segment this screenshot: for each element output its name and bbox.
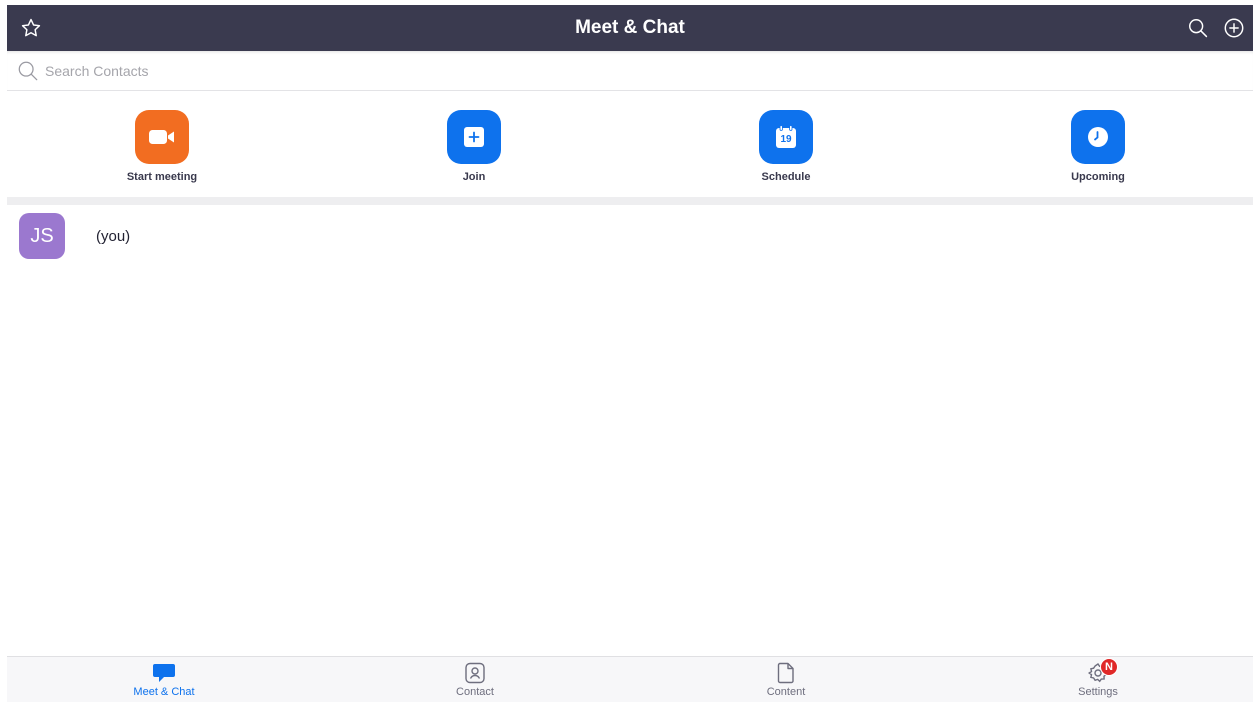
start-meeting-button[interactable]: Start meeting — [92, 110, 232, 183]
start-meeting-tile — [135, 110, 189, 164]
search-icon — [17, 60, 39, 82]
join-button[interactable]: Join — [404, 110, 544, 183]
header-add-button[interactable] — [1220, 14, 1248, 42]
tab-meet-and-chat[interactable]: Meet & Chat — [84, 657, 244, 703]
gear-icon: N — [1086, 658, 1118, 684]
join-tile — [447, 110, 501, 164]
video-camera-icon — [148, 127, 176, 147]
search-icon — [1187, 17, 1209, 39]
app-window: Meet & Chat Search Contacts Start meetin… — [7, 5, 1253, 702]
tab-settings[interactable]: N Settings — [1018, 657, 1178, 703]
schedule-label: Schedule — [761, 171, 811, 183]
search-contacts-input[interactable] — [45, 62, 445, 79]
tab-contact[interactable]: Contact — [395, 657, 555, 703]
tab-label: Contact — [456, 686, 494, 698]
quick-actions: Start meeting Join 19 Schedule Upcoming — [7, 92, 1253, 197]
contact-list-item[interactable]: JS (you) — [7, 205, 1253, 267]
add-circle-icon — [1223, 17, 1245, 39]
upcoming-button[interactable]: Upcoming — [1028, 110, 1168, 183]
chat-bubble-icon — [152, 662, 176, 684]
top-bar: Meet & Chat — [7, 5, 1253, 51]
contact-card-icon — [463, 662, 487, 684]
upcoming-tile — [1071, 110, 1125, 164]
page-title: Meet & Chat — [575, 17, 685, 38]
upcoming-label: Upcoming — [1071, 171, 1125, 183]
start-meeting-label: Start meeting — [126, 171, 198, 183]
tab-label: Content — [766, 686, 806, 698]
bottom-nav: Meet & Chat Contact Content N Settings — [7, 656, 1253, 702]
tab-content[interactable]: Content — [706, 657, 866, 703]
calendar-icon: 19 — [775, 125, 797, 149]
plus-square-icon — [463, 126, 485, 148]
calendar-day-number: 19 — [780, 134, 792, 145]
header-search-button[interactable] — [1184, 14, 1212, 42]
section-divider — [7, 197, 1253, 205]
schedule-button[interactable]: 19 Schedule — [716, 110, 856, 183]
tab-label: Settings — [1078, 686, 1118, 698]
search-bar — [7, 51, 1253, 91]
avatar: JS — [19, 213, 65, 259]
join-label: Join — [462, 171, 486, 183]
favorites-button[interactable] — [17, 14, 45, 42]
contact-name: (you) — [96, 227, 131, 245]
schedule-tile: 19 — [759, 110, 813, 164]
clock-icon — [1087, 126, 1109, 148]
star-icon — [20, 17, 42, 39]
tab-label: Meet & Chat — [133, 686, 195, 698]
settings-badge: N — [1100, 658, 1118, 676]
document-icon — [774, 662, 798, 684]
